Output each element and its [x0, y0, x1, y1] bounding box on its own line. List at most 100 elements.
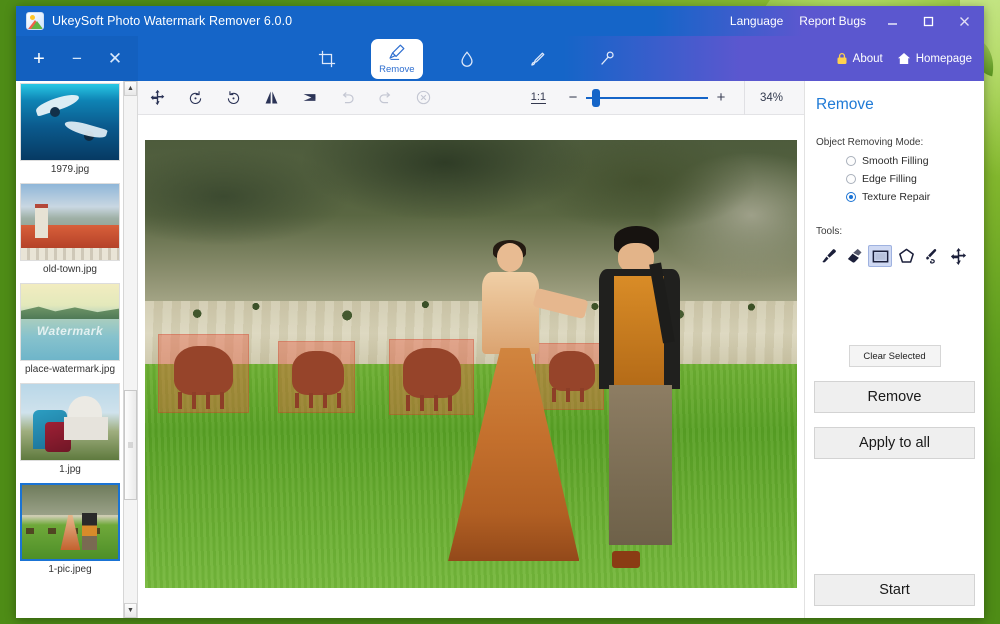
- desktop-background: UkeySoft Photo Watermark Remover 6.0.0 L…: [0, 0, 1000, 624]
- list-item[interactable]: 1979.jpg: [16, 83, 123, 179]
- tab-magic-wand[interactable]: [581, 39, 633, 79]
- window-title: UkeySoft Photo Watermark Remover 6.0.0: [52, 14, 292, 28]
- reset-button[interactable]: [404, 81, 442, 115]
- language-menu[interactable]: Language: [722, 14, 791, 28]
- scrollbar-thumb[interactable]: [124, 390, 137, 500]
- list-item[interactable]: Watermark place-watermark.jpg: [16, 283, 123, 379]
- rotate-right-button[interactable]: [214, 81, 252, 115]
- main-toolbar: + − ✕ Remove: [16, 36, 984, 81]
- tool-rectangle[interactable]: [868, 245, 892, 267]
- radio-dot-icon: [846, 192, 856, 202]
- app-logo-icon: [26, 12, 44, 30]
- list-item[interactable]: old-town.jpg: [16, 183, 123, 279]
- scroll-up-arrow[interactable]: ▲: [124, 81, 137, 96]
- thumbnail-image: [20, 483, 120, 561]
- radio-texture-repair[interactable]: Texture Repair: [846, 191, 975, 203]
- zoom-controls: 1:1 − + 34%: [525, 81, 804, 115]
- scroll-down-arrow[interactable]: ▼: [124, 603, 137, 618]
- thumbnail-label: place-watermark.jpg: [16, 361, 123, 379]
- tools-row: [814, 245, 975, 267]
- report-bugs-link[interactable]: Report Bugs: [791, 14, 874, 28]
- selection-rectangle[interactable]: [159, 335, 248, 412]
- radio-dot-icon: [846, 156, 856, 166]
- app-body: 1979.jpg old-town.jpg Watermark place-wa…: [16, 81, 984, 618]
- radio-smooth-filling[interactable]: Smooth Filling: [846, 155, 975, 167]
- thumbnail-image: [20, 83, 120, 161]
- tool-polygon[interactable]: [894, 245, 918, 267]
- mode-radio-group: Smooth Filling Edge Filling Texture Repa…: [814, 155, 975, 203]
- thumbnail-panel: 1979.jpg old-town.jpg Watermark place-wa…: [16, 81, 138, 618]
- close-button[interactable]: [946, 6, 982, 36]
- tools-label: Tools:: [816, 226, 975, 237]
- add-files-button[interactable]: +: [29, 49, 49, 69]
- scrollbar-track[interactable]: [124, 96, 137, 603]
- thumbnail-label: 1979.jpg: [16, 161, 123, 179]
- maximize-button[interactable]: [910, 6, 946, 36]
- radio-label: Edge Filling: [862, 173, 917, 185]
- move-tool-button[interactable]: [138, 81, 176, 115]
- title-bar: UkeySoft Photo Watermark Remover 6.0.0 L…: [16, 6, 984, 36]
- panel-title: Remove: [816, 96, 975, 114]
- thumbnail-list[interactable]: 1979.jpg old-town.jpg Watermark place-wa…: [16, 81, 123, 618]
- image-canvas[interactable]: [145, 140, 797, 588]
- redo-button[interactable]: [366, 81, 404, 115]
- editor-toolbar: 1:1 − + 34%: [138, 81, 804, 115]
- thumbnail-label: old-town.jpg: [16, 261, 123, 279]
- tab-remove[interactable]: Remove: [371, 39, 423, 79]
- zoom-slider[interactable]: [586, 81, 708, 115]
- clear-selected-button[interactable]: Clear Selected: [849, 345, 941, 367]
- radio-dot-icon: [846, 174, 856, 184]
- remove-file-button[interactable]: −: [67, 50, 87, 67]
- thumbnail-label: 1.jpg: [16, 461, 123, 479]
- thumbnail-image: Watermark: [20, 283, 120, 361]
- thumbnail-image: [20, 383, 120, 461]
- tab-crop[interactable]: [301, 39, 353, 79]
- tool-eraser[interactable]: [842, 245, 866, 267]
- app-window: UkeySoft Photo Watermark Remover 6.0.0 L…: [16, 6, 984, 618]
- radio-label: Smooth Filling: [862, 155, 929, 167]
- selection-rectangle[interactable]: [279, 342, 355, 413]
- zoom-out-button[interactable]: −: [560, 81, 586, 115]
- remove-button[interactable]: Remove: [814, 381, 975, 413]
- list-item-selected[interactable]: 1-pic.jpeg: [16, 483, 123, 579]
- tab-brush[interactable]: [511, 39, 563, 79]
- library-actions: + − ✕: [16, 36, 138, 81]
- toolbar-right-links: About Homepage: [836, 52, 984, 65]
- tool-brush[interactable]: [816, 245, 840, 267]
- homepage-link[interactable]: Homepage: [897, 52, 972, 65]
- tool-tabs: Remove: [138, 39, 836, 79]
- flip-vertical-button[interactable]: [290, 81, 328, 115]
- radio-label: Texture Repair: [862, 191, 930, 203]
- start-button[interactable]: Start: [814, 574, 975, 606]
- canvas-area[interactable]: [138, 115, 804, 618]
- thumbnail-scrollbar[interactable]: ▲ ▼: [123, 81, 137, 618]
- zoom-in-button[interactable]: +: [708, 81, 734, 115]
- zoom-slider-handle[interactable]: [592, 89, 600, 107]
- tool-move[interactable]: [946, 245, 970, 267]
- radio-edge-filling[interactable]: Edge Filling: [846, 173, 975, 185]
- photo-groom: [575, 230, 705, 562]
- list-item[interactable]: 1.jpg: [16, 383, 123, 479]
- zoom-actual-size-button[interactable]: 1:1: [531, 92, 546, 104]
- thumbnail-label: 1-pic.jpeg: [16, 561, 123, 579]
- zoom-percent-label: 34%: [744, 81, 798, 115]
- flip-horizontal-button[interactable]: [252, 81, 290, 115]
- editor-area: 1:1 − + 34%: [138, 81, 804, 618]
- tab-remove-label: Remove: [379, 64, 414, 75]
- zoom-slider-rail: [586, 97, 708, 99]
- homepage-label: Homepage: [916, 53, 972, 65]
- about-link[interactable]: About: [836, 52, 883, 65]
- rotate-left-button[interactable]: [176, 81, 214, 115]
- clear-all-button[interactable]: ✕: [105, 50, 125, 67]
- lock-icon: [836, 52, 848, 65]
- thumbnail-watermark-text: Watermark: [21, 324, 119, 338]
- apply-to-all-button[interactable]: Apply to all: [814, 427, 975, 459]
- right-panel: Remove Object Removing Mode: Smooth Fill…: [804, 81, 984, 618]
- undo-button[interactable]: [328, 81, 366, 115]
- home-icon: [897, 52, 911, 65]
- tab-watermark[interactable]: [441, 39, 493, 79]
- tool-lasso[interactable]: [920, 245, 944, 267]
- thumbnail-image: [20, 183, 120, 261]
- mode-label: Object Removing Mode:: [816, 137, 975, 148]
- minimize-button[interactable]: [874, 6, 910, 36]
